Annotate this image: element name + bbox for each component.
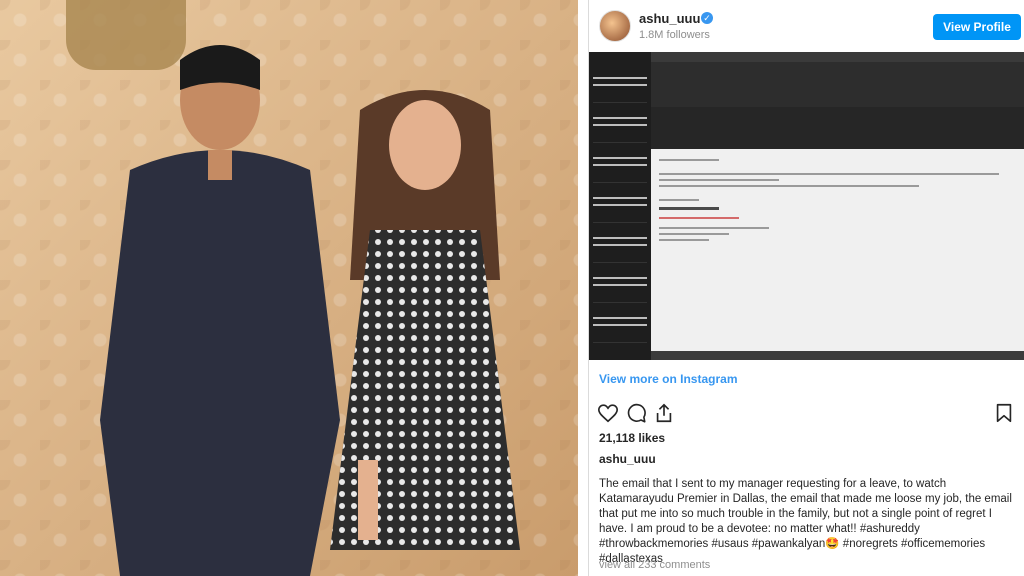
mail-list-item bbox=[593, 312, 647, 343]
post-header: ashu_uuu ✓ 1.8M followers View Profile bbox=[589, 0, 1024, 52]
share-icon[interactable] bbox=[653, 402, 675, 424]
mail-list-item bbox=[593, 152, 647, 183]
mail-signature bbox=[659, 207, 719, 210]
follower-count: 1.8M followers bbox=[639, 29, 710, 41]
action-bar bbox=[589, 400, 1024, 428]
username[interactable]: ashu_uuu bbox=[639, 11, 700, 26]
mail-list-item bbox=[593, 192, 647, 223]
post-image[interactable] bbox=[589, 52, 1024, 360]
woman-figure bbox=[330, 90, 520, 550]
view-all-comments-link[interactable]: view all 233 comments bbox=[599, 559, 710, 571]
mail-text-line bbox=[659, 239, 709, 241]
comment-icon[interactable] bbox=[625, 402, 647, 424]
mail-list-item bbox=[593, 272, 647, 303]
mail-list-item bbox=[593, 112, 647, 143]
mail-text-line bbox=[659, 199, 699, 201]
bookmark-icon[interactable] bbox=[993, 402, 1015, 424]
mail-text-line bbox=[659, 217, 739, 219]
likes-count[interactable]: 21,118 likes bbox=[599, 431, 665, 445]
mail-text-line bbox=[659, 179, 779, 181]
mail-text-line bbox=[659, 185, 919, 187]
view-profile-button[interactable]: View Profile bbox=[933, 14, 1021, 40]
photo bbox=[0, 0, 578, 576]
mail-list-item bbox=[593, 72, 647, 103]
mail-text-line bbox=[659, 159, 719, 161]
verified-badge-icon: ✓ bbox=[701, 12, 713, 24]
mail-sidebar bbox=[589, 52, 651, 360]
avatar[interactable] bbox=[599, 10, 631, 42]
mail-text-line bbox=[659, 227, 769, 229]
mail-text-line bbox=[659, 233, 729, 235]
caption-username[interactable]: ashu_uuu bbox=[599, 452, 656, 466]
mail-address-fields bbox=[651, 107, 1024, 149]
mail-body bbox=[651, 149, 1024, 351]
caption: The email that I sent to my manager requ… bbox=[599, 478, 1012, 565]
instagram-embed: ashu_uuu ✓ 1.8M followers View Profile V… bbox=[588, 0, 1024, 576]
heart-icon[interactable] bbox=[597, 402, 619, 424]
view-more-link[interactable]: View more on Instagram bbox=[599, 372, 738, 386]
mail-ribbon-tabs bbox=[651, 52, 1024, 62]
mail-text-line bbox=[659, 173, 999, 175]
mail-list-item bbox=[593, 232, 647, 263]
